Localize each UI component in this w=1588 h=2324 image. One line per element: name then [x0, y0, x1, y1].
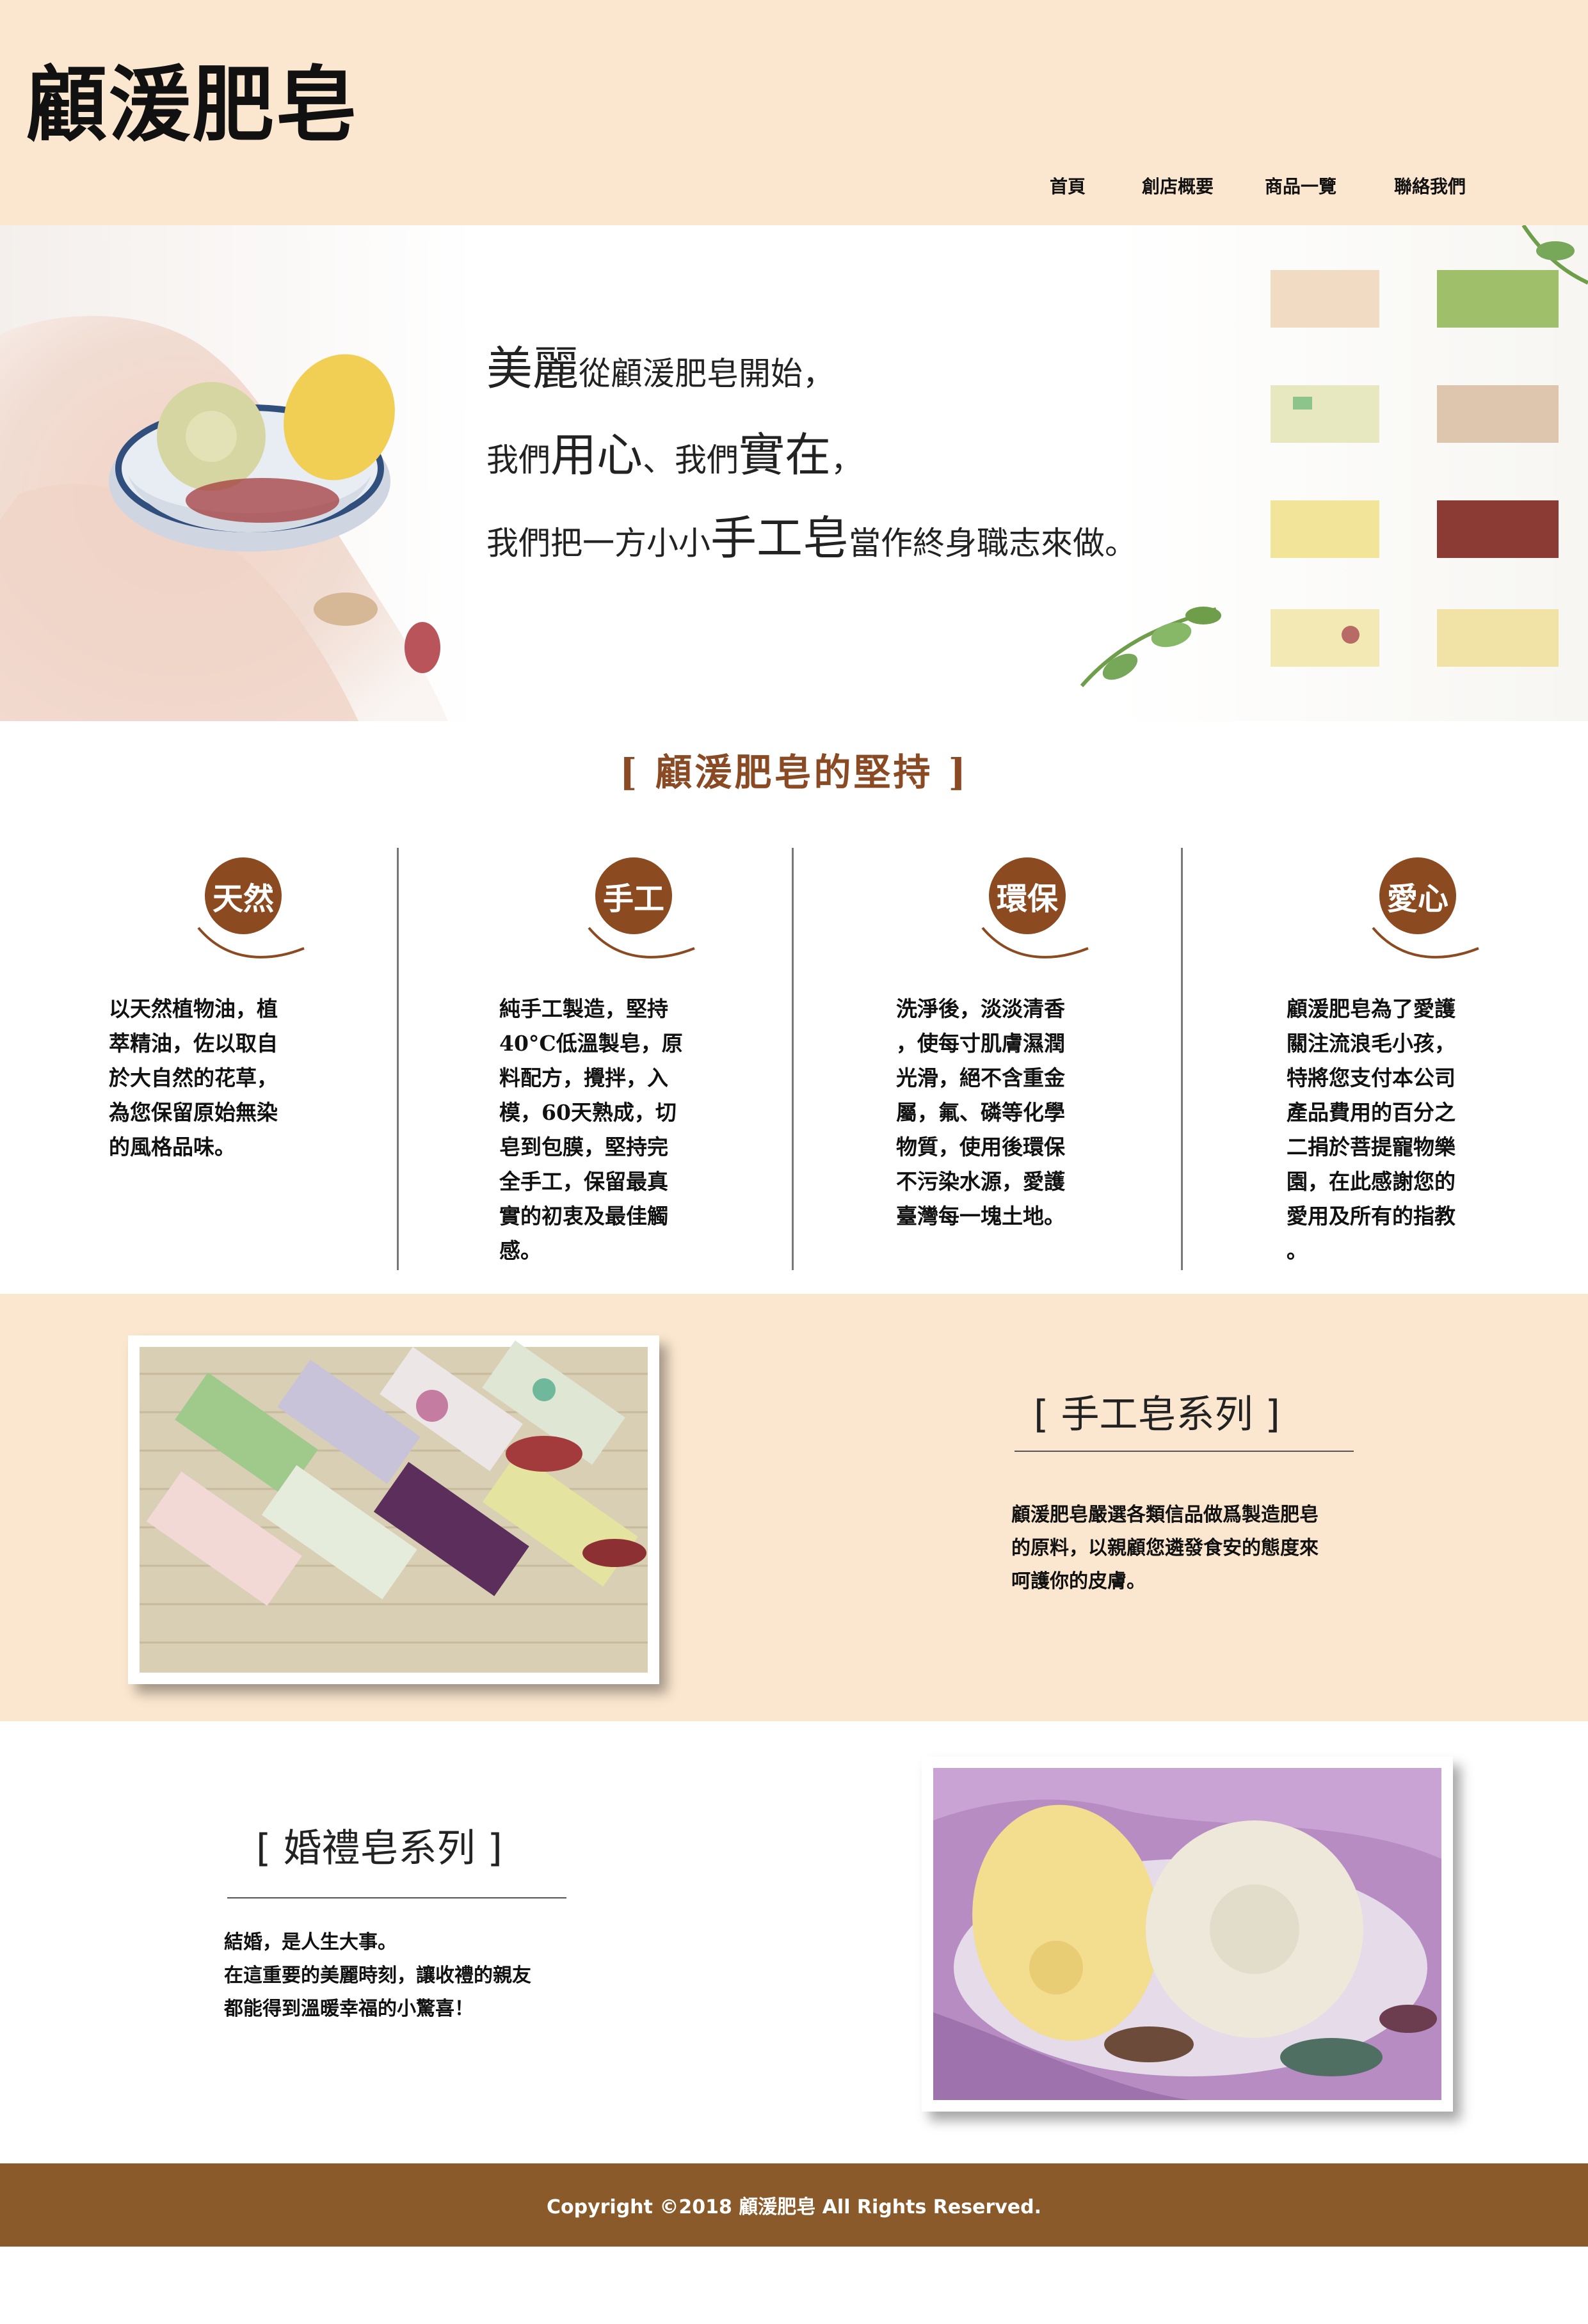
copyright-text: Copyright ©2018 顧湲肥皂 All Rights Reserved…: [546, 2196, 1042, 2218]
principle-natural: 天然 以天然植物油，植 萃精油，佐以取自 於大自然的花草， 為您保留原始無染 的…: [51, 838, 435, 1273]
badge-swoosh-icon: [981, 927, 1089, 959]
wedding-soap-photo[interactable]: [922, 1756, 1453, 2112]
handmade-series-section: [ 手工皂系列 ] 顧湲肥皂嚴選各類信品做爲製造肥皂 的原料，以親顧您遴發食安的…: [0, 1294, 1588, 1721]
badge-love: 愛心: [1372, 857, 1479, 959]
site-logo[interactable]: 顧湲肥皂: [26, 38, 358, 157]
nav-about[interactable]: 創店概要: [1142, 173, 1214, 198]
nav-home[interactable]: 首頁: [1050, 173, 1086, 198]
principle-handmade-text: 純手工製造，堅持 40°C低溫製皂，原 料配方，攪拌，入 模，60天熟成，切 皂…: [499, 996, 683, 1263]
main-nav: 首頁 創店概要 商品一覽 聯絡我們: [1050, 173, 1466, 198]
site-header: 顧湲肥皂 首頁 創店概要 商品一覽 聯絡我們: [0, 0, 1588, 225]
nav-products[interactable]: 商品一覽: [1265, 173, 1336, 198]
hero-line-2: 我們用心、我們實在，: [486, 428, 863, 482]
principle-love-text: 顧湲肥皂為了愛護 關注流浪毛小孩， 特將您支付本公司 產品費用的百分之 二捐於菩…: [1287, 996, 1456, 1263]
principle-natural-text: 以天然植物油，植 萃精油，佐以取自 於大自然的花草， 為您保留原始無染 的風格品…: [109, 996, 278, 1159]
handmade-soap-photo[interactable]: [128, 1335, 659, 1684]
badge-swoosh-icon: [588, 927, 695, 959]
badge-natural: 天然: [197, 857, 305, 959]
hero-line-3: 我們把一方小小手工皂當作終身職志來做。: [486, 511, 1137, 565]
handmade-soap-image: [140, 1340, 648, 1673]
hero-soap-bars-image: [1080, 225, 1588, 687]
wedding-series-title[interactable]: [ 婚禮皂系列 ]: [256, 1817, 502, 1873]
handmade-series-title[interactable]: [ 手工皂系列 ]: [1034, 1383, 1280, 1439]
badge-eco: 環保: [981, 857, 1089, 959]
principles-title: [ 顧湲肥皂的堅持 ]: [619, 751, 969, 794]
column-divider: [792, 848, 794, 1270]
principle-eco-text: 洗淨後，淡淡清香 ，使每寸肌膚濕潤 光滑，絕不含重金 屬，氟、磷等化學 物質，使…: [896, 996, 1065, 1229]
wedding-series-text: 結婚，是人生大事。 在這重要的美麗時刻，讓收禮的親友 都能得到溫暖幸福的小驚喜！: [224, 1931, 531, 2020]
principle-love: 愛心 顧湲肥皂為了愛護 關注流浪毛小孩， 特將您支付本公司 產品費用的百分之 二…: [1226, 838, 1588, 1273]
handmade-series-text: 顧湲肥皂嚴選各類信品做爲製造肥皂 的原料，以親顧您遴發食安的態度來 呵護你的皮膚…: [1011, 1504, 1319, 1593]
hero-line-1: 美麗從顧湲肥皂開始，: [486, 342, 835, 395]
principle-eco: 環保 洗淨後，淡淡清香 ，使每寸肌膚濕潤 光滑，絕不含重金 屬，氟、磷等化學 物…: [835, 838, 1219, 1273]
column-divider: [1181, 848, 1183, 1270]
badge-swoosh-icon: [1372, 927, 1479, 959]
wedding-title-rule: [227, 1897, 566, 1898]
nav-contact[interactable]: 聯絡我們: [1394, 173, 1466, 198]
wedding-soap-image: [933, 1768, 1441, 2100]
column-divider: [397, 848, 399, 1270]
hero-banner: 美麗從顧湲肥皂開始， 我們用心、我們實在， 我們把一方小小手工皂當作終身職志來做…: [0, 225, 1588, 721]
badge-swoosh-icon: [197, 927, 305, 959]
badge-handmade: 手工: [588, 857, 695, 959]
hero-bowl-image: [0, 315, 448, 721]
principle-handmade: 手工 純手工製造，堅持 40°C低溫製皂，原 料配方，攪拌，入 模，60天熟成，…: [442, 838, 826, 1273]
site-footer: Copyright ©2018 顧湲肥皂 All Rights Reserved…: [0, 2163, 1588, 2247]
handmade-title-rule: [1015, 1451, 1354, 1452]
